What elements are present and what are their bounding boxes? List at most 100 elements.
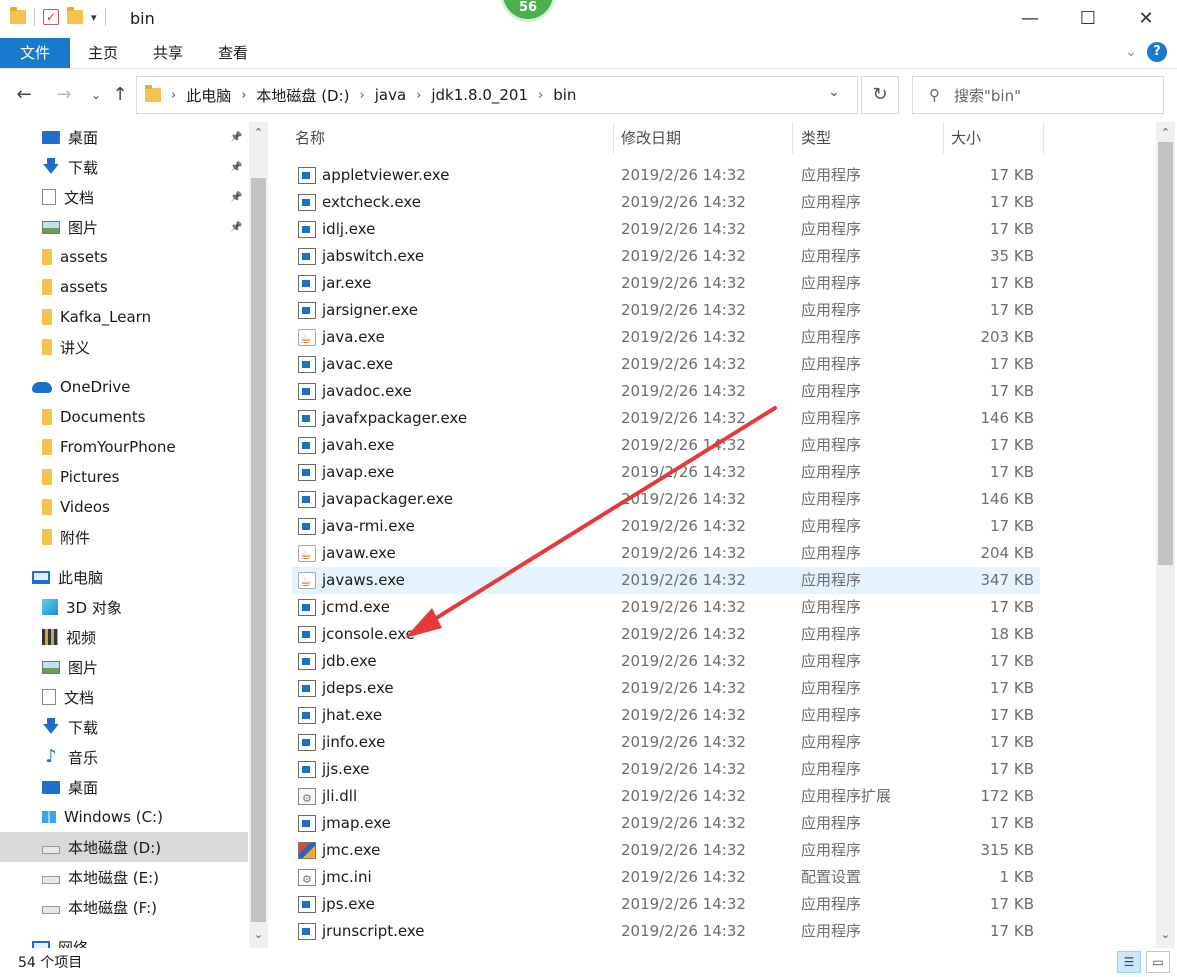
back-arrow-icon[interactable]: ← bbox=[12, 83, 36, 107]
sidebar-item[interactable]: 图片 📌 bbox=[0, 212, 248, 242]
sidebar-item[interactable]: 本地磁盘 (F:) bbox=[0, 892, 248, 922]
file-row[interactable]: jmc.exe 2019/2/26 14:32 应用程序 315 KB bbox=[292, 837, 1040, 864]
sidebar-item[interactable]: assets bbox=[0, 242, 248, 272]
pin-icon[interactable]: 📌 bbox=[230, 162, 242, 173]
column-header-name[interactable]: 名称 bbox=[295, 122, 325, 154]
sidebar-item[interactable]: assets bbox=[0, 272, 248, 302]
file-row[interactable]: jhat.exe 2019/2/26 14:32 应用程序 17 KB bbox=[292, 702, 1040, 729]
new-folder-icon[interactable] bbox=[67, 7, 83, 24]
file-row[interactable]: jli.dll 2019/2/26 14:32 应用程序扩展 172 KB bbox=[292, 783, 1040, 812]
file-row[interactable]: jps.exe 2019/2/26 14:32 应用程序 17 KB bbox=[292, 891, 1040, 918]
file-row[interactable]: javaw.exe 2019/2/26 14:32 应用程序 204 KB bbox=[292, 540, 1040, 569]
file-row[interactable]: jarsigner.exe 2019/2/26 14:32 应用程序 17 KB bbox=[292, 297, 1040, 324]
breadcrumb-jdk[interactable]: jdk1.8.0_201 bbox=[431, 86, 528, 104]
minimize-button[interactable]: — bbox=[1001, 0, 1059, 38]
file-row[interactable]: java.exe 2019/2/26 14:32 应用程序 203 KB bbox=[292, 324, 1040, 353]
column-header-size[interactable]: 大小 bbox=[951, 122, 981, 154]
file-row[interactable]: jar.exe 2019/2/26 14:32 应用程序 17 KB bbox=[292, 270, 1040, 297]
sidebar-item[interactable]: 3D 对象 bbox=[0, 592, 248, 622]
recent-locations-chevron-icon[interactable]: ⌄ bbox=[84, 83, 108, 107]
close-button[interactable]: ✕ bbox=[1117, 0, 1175, 38]
help-icon[interactable]: ? bbox=[1147, 42, 1167, 62]
pin-icon[interactable]: 📌 bbox=[230, 132, 242, 143]
scroll-up-icon[interactable]: ⌃ bbox=[1156, 126, 1175, 139]
file-row[interactable]: java-rmi.exe 2019/2/26 14:32 应用程序 17 KB bbox=[292, 513, 1040, 540]
sidebar-item[interactable]: Pictures bbox=[0, 462, 248, 492]
sidebar-item[interactable]: Videos bbox=[0, 492, 248, 522]
breadcrumb-java[interactable]: java bbox=[375, 86, 406, 104]
properties-icon[interactable]: ✓ bbox=[43, 9, 59, 25]
chevron-right-icon[interactable]: › bbox=[241, 88, 246, 103]
file-row[interactable]: javah.exe 2019/2/26 14:32 应用程序 17 KB bbox=[292, 432, 1040, 459]
scrollbar-thumb[interactable] bbox=[1158, 142, 1173, 565]
file-row[interactable]: jabswitch.exe 2019/2/26 14:32 应用程序 35 KB bbox=[292, 243, 1040, 270]
tab-view[interactable]: 查看 bbox=[208, 38, 258, 68]
sidebar-item[interactable]: OneDrive bbox=[0, 372, 248, 402]
sidebar-item[interactable]: 文档 📌 bbox=[0, 182, 248, 212]
file-list-scrollbar[interactable]: ⌃ ⌄ bbox=[1156, 122, 1175, 948]
file-row[interactable]: javadoc.exe 2019/2/26 14:32 应用程序 17 KB bbox=[292, 378, 1040, 405]
column-divider[interactable] bbox=[613, 122, 614, 154]
chevron-right-icon[interactable]: › bbox=[171, 88, 176, 103]
file-row[interactable]: jmc.ini 2019/2/26 14:32 配置设置 1 KB bbox=[292, 864, 1040, 893]
sidebar-item[interactable]: 附件 bbox=[0, 522, 248, 552]
sidebar-item[interactable]: 桌面 📌 bbox=[0, 122, 248, 152]
sidebar-item[interactable]: Kafka_Learn bbox=[0, 302, 248, 332]
file-row[interactable]: javac.exe 2019/2/26 14:32 应用程序 17 KB bbox=[292, 351, 1040, 378]
address-bar[interactable]: › 此电脑 › 本地磁盘 (D:) › java › jdk1.8.0_201 … bbox=[136, 76, 858, 114]
chevron-right-icon[interactable]: › bbox=[360, 88, 365, 103]
file-row[interactable]: jmap.exe 2019/2/26 14:32 应用程序 17 KB bbox=[292, 810, 1040, 837]
sidebar-item[interactable]: ♪ 音乐 bbox=[0, 742, 248, 772]
customize-toolbar-icon[interactable]: ▾ bbox=[91, 11, 97, 24]
chevron-down-icon[interactable]: ⌄ bbox=[1125, 44, 1137, 60]
file-row[interactable]: jjs.exe 2019/2/26 14:32 应用程序 17 KB bbox=[292, 756, 1040, 783]
tab-share[interactable]: 共享 bbox=[143, 38, 193, 68]
address-history-chevron-icon[interactable]: ⌄ bbox=[828, 84, 840, 100]
sidebar-item[interactable]: 视频 bbox=[0, 622, 248, 652]
pin-icon[interactable]: 📌 bbox=[230, 192, 242, 203]
sidebar-item[interactable]: 🡇 下载 📌 bbox=[0, 152, 248, 182]
pin-icon[interactable]: 📌 bbox=[230, 222, 242, 233]
details-view-icon[interactable]: ☰ bbox=[1117, 951, 1141, 973]
tab-home[interactable]: 主页 bbox=[78, 38, 128, 68]
refresh-icon[interactable]: ↻ bbox=[861, 76, 899, 114]
file-row[interactable]: javapackager.exe 2019/2/26 14:32 应用程序 146 K… bbox=[292, 486, 1040, 513]
file-row[interactable]: javafxpackager.exe 2019/2/26 14:32 应用程序 146… bbox=[292, 405, 1040, 432]
column-header-type[interactable]: 类型 bbox=[801, 122, 831, 154]
file-row[interactable]: jcmd.exe 2019/2/26 14:32 应用程序 17 KB bbox=[292, 594, 1040, 621]
tab-file[interactable]: 文件 bbox=[0, 38, 70, 68]
scroll-up-icon[interactable]: ⌃ bbox=[249, 126, 268, 139]
chevron-right-icon[interactable]: › bbox=[538, 88, 543, 103]
search-input[interactable]: 搜索"bin" bbox=[954, 85, 1021, 106]
sidebar-item[interactable]: Documents bbox=[0, 402, 248, 432]
file-row[interactable]: javaws.exe 2019/2/26 14:32 应用程序 347 KB bbox=[292, 567, 1040, 596]
file-row[interactable]: javap.exe 2019/2/26 14:32 应用程序 17 KB bbox=[292, 459, 1040, 486]
sidebar-item[interactable]: Windows (C:) bbox=[0, 802, 248, 832]
file-row[interactable]: jdeps.exe 2019/2/26 14:32 应用程序 17 KB bbox=[292, 675, 1040, 702]
sidebar-item[interactable]: FromYourPhone bbox=[0, 432, 248, 462]
column-header-date[interactable]: 修改日期 bbox=[621, 122, 681, 154]
column-divider[interactable] bbox=[792, 122, 793, 154]
scroll-down-icon[interactable]: ⌄ bbox=[249, 928, 268, 941]
maximize-button[interactable]: ☐ bbox=[1059, 0, 1117, 38]
file-row[interactable]: extcheck.exe 2019/2/26 14:32 应用程序 17 KB bbox=[292, 189, 1040, 216]
file-row[interactable]: jrunscript.exe 2019/2/26 14:32 应用程序 17 KB bbox=[292, 918, 1040, 945]
sidebar-item[interactable]: 图片 bbox=[0, 652, 248, 682]
file-row[interactable]: jdb.exe 2019/2/26 14:32 应用程序 17 KB bbox=[292, 648, 1040, 675]
file-row[interactable]: jconsole.exe 2019/2/26 14:32 应用程序 18 KB bbox=[292, 621, 1040, 648]
navigation-pane-scrollbar[interactable]: ⌃ ⌄ bbox=[249, 122, 268, 948]
column-divider[interactable] bbox=[943, 122, 944, 154]
up-arrow-icon[interactable]: ↑ bbox=[108, 83, 132, 107]
search-box[interactable]: ⚲ 搜索"bin" bbox=[912, 76, 1164, 114]
large-icons-view-icon[interactable]: ▭ bbox=[1146, 951, 1170, 973]
breadcrumb-this-pc[interactable]: 此电脑 bbox=[186, 85, 231, 106]
sidebar-item[interactable]: 讲义 bbox=[0, 332, 248, 362]
sidebar-item[interactable]: 此电脑 bbox=[0, 562, 248, 592]
scroll-down-icon[interactable]: ⌄ bbox=[1156, 928, 1175, 941]
scrollbar-thumb[interactable] bbox=[251, 178, 266, 922]
sidebar-item[interactable]: 本地磁盘 (D:) bbox=[0, 832, 248, 862]
file-row[interactable]: idlj.exe 2019/2/26 14:32 应用程序 17 KB bbox=[292, 216, 1040, 243]
sidebar-item[interactable]: 桌面 bbox=[0, 772, 248, 802]
breadcrumb-bin[interactable]: bin bbox=[553, 86, 576, 104]
file-row[interactable]: appletviewer.exe 2019/2/26 14:32 应用程序 17 KB bbox=[292, 162, 1040, 189]
